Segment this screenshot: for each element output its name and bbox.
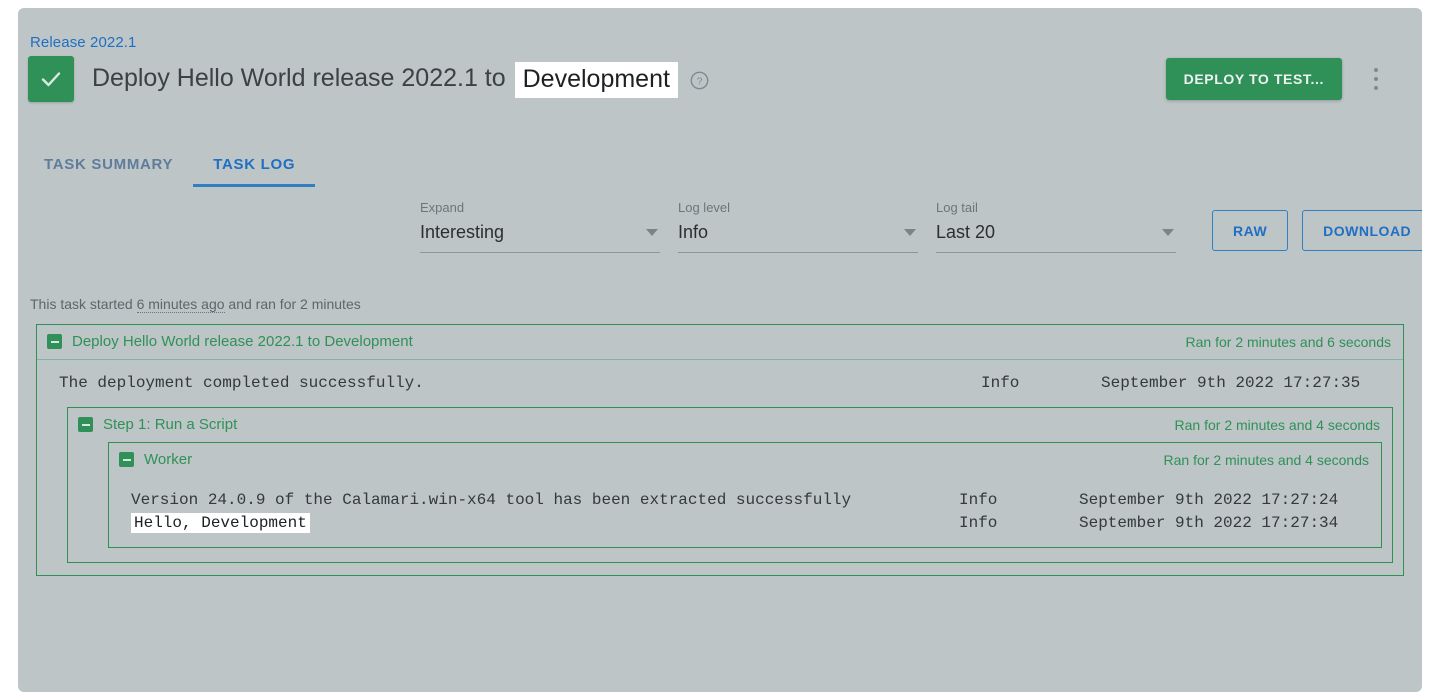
log-level: Info (959, 512, 1079, 535)
log-action-buttons: RAW DOWNLOAD (1212, 210, 1422, 253)
log-worker-duration: Ran for 2 minutes and 4 seconds (1164, 452, 1369, 468)
page-title-prefix: Deploy Hello World release 2022.1 to (92, 64, 506, 92)
log-root-duration: Ran for 2 minutes and 6 seconds (1186, 334, 1391, 350)
log-level-label: Log level (678, 200, 918, 215)
kebab-menu-icon[interactable] (1364, 66, 1388, 92)
timing-suffix: and ran for 2 minutes (225, 296, 361, 312)
log-level: Info (981, 372, 1101, 395)
breadcrumb[interactable]: Release 2022.1 (30, 34, 136, 51)
expand-value-row[interactable]: Interesting (420, 222, 660, 253)
chevron-down-icon (646, 229, 658, 236)
environment-highlight: Development (515, 62, 678, 98)
timing-relative[interactable]: 6 minutes ago (137, 296, 225, 313)
log-worker-node: Worker Ran for 2 minutes and 4 seconds V… (108, 442, 1382, 548)
tab-bar: TASK SUMMARY TASK LOG (24, 146, 315, 187)
log-level-select[interactable]: Log level Info (678, 200, 918, 253)
log-root-header-left: Deploy Hello World release 2022.1 to Dev… (47, 333, 413, 350)
log-step-header-left: Step 1: Run a Script (78, 416, 237, 433)
download-button[interactable]: DOWNLOAD (1302, 210, 1422, 251)
log-root-lines: The deployment completed successfully. I… (37, 360, 1403, 407)
log-step-header[interactable]: Step 1: Run a Script Ran for 2 minutes a… (68, 408, 1392, 442)
kebab-dot (1374, 86, 1378, 90)
page-title: Deploy Hello World release 2022.1 to Dev… (92, 61, 709, 97)
expand-select[interactable]: Expand Interesting (420, 200, 660, 253)
collapse-minus-icon[interactable] (47, 334, 62, 349)
log-tail-value: Last 20 (936, 222, 995, 243)
log-line: Hello, Development Info September 9th 20… (131, 512, 1371, 535)
minus-glyph (123, 459, 131, 461)
log-worker-lines: Version 24.0.9 of the Calamari.win-x64 t… (109, 477, 1381, 547)
minus-glyph (51, 341, 59, 343)
log-tail-select[interactable]: Log tail Last 20 (936, 200, 1176, 253)
log-root-header[interactable]: Deploy Hello World release 2022.1 to Dev… (37, 325, 1403, 360)
kebab-dot (1374, 68, 1378, 72)
svg-text:?: ? (697, 75, 703, 87)
chevron-down-icon (904, 229, 916, 236)
raw-button[interactable]: RAW (1212, 210, 1288, 251)
tab-task-summary[interactable]: TASK SUMMARY (24, 146, 193, 187)
log-step-node: Step 1: Run a Script Ran for 2 minutes a… (67, 407, 1393, 563)
kebab-dot (1374, 77, 1378, 81)
collapse-minus-icon[interactable] (119, 452, 134, 467)
log-message: Hello, Development (131, 512, 959, 535)
log-step-duration: Ran for 2 minutes and 4 seconds (1175, 417, 1380, 433)
log-message: The deployment completed successfully. (59, 372, 981, 395)
help-circle-icon[interactable]: ? (690, 68, 709, 87)
log-level: Info (959, 489, 1079, 512)
log-worker-title: Worker (144, 451, 192, 468)
deploy-to-test-button[interactable]: DEPLOY TO TEST... (1166, 58, 1342, 100)
log-line: The deployment completed successfully. I… (59, 372, 1393, 395)
task-page: Release 2022.1 Deploy Hello World releas… (18, 8, 1422, 692)
timing-prefix: This task started (30, 296, 137, 312)
log-message: Version 24.0.9 of the Calamari.win-x64 t… (131, 489, 959, 512)
log-worker-header-left: Worker (119, 451, 192, 468)
log-message-highlight: Hello, Development (131, 513, 310, 533)
log-worker-header[interactable]: Worker Ran for 2 minutes and 4 seconds (109, 443, 1381, 477)
log-tail-value-row[interactable]: Last 20 (936, 222, 1176, 253)
status-badge (28, 56, 74, 102)
expand-label: Expand (420, 200, 660, 215)
log-filter-bar: Expand Interesting Log level Info Log ta… (420, 200, 1422, 253)
tab-task-log[interactable]: TASK LOG (193, 146, 315, 187)
log-timestamp: September 9th 2022 17:27:34 (1079, 512, 1371, 535)
page-title-row: Deploy Hello World release 2022.1 to Dev… (28, 56, 709, 102)
log-timestamp: September 9th 2022 17:27:35 (1101, 372, 1393, 395)
task-timing-summary: This task started 6 minutes ago and ran … (30, 296, 361, 312)
check-icon (38, 66, 64, 92)
chevron-down-icon (1162, 229, 1174, 236)
log-timestamp: September 9th 2022 17:27:24 (1079, 489, 1371, 512)
log-root-node: Deploy Hello World release 2022.1 to Dev… (36, 324, 1404, 576)
log-level-value-row[interactable]: Info (678, 222, 918, 253)
log-root-title: Deploy Hello World release 2022.1 to Dev… (72, 333, 413, 350)
log-line: Version 24.0.9 of the Calamari.win-x64 t… (131, 489, 1371, 512)
expand-value: Interesting (420, 222, 504, 243)
collapse-minus-icon[interactable] (78, 417, 93, 432)
log-level-value: Info (678, 222, 708, 243)
minus-glyph (82, 424, 90, 426)
log-tail-label: Log tail (936, 200, 1176, 215)
log-step-title: Step 1: Run a Script (103, 416, 237, 433)
